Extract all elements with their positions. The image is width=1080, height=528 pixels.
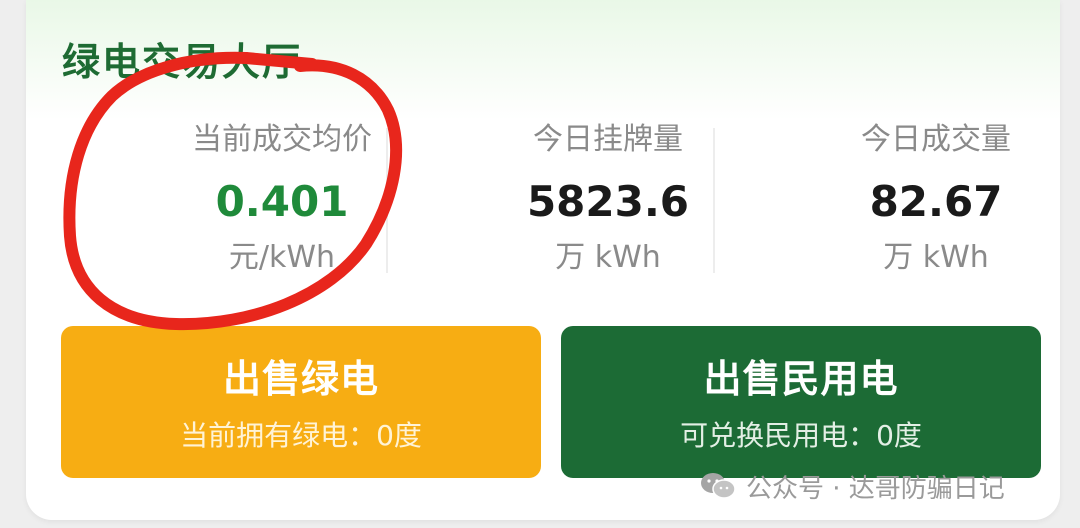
wechat-icon: [700, 472, 736, 500]
stat-divider: [386, 128, 388, 273]
button-label: 出售绿电: [222, 357, 379, 401]
stat-traded-volume: 今日成交量 82.67 万 kWh: [786, 118, 1080, 280]
green-power-trading-hall-card: 绿电交易大厅 当前成交均价 0.401 元/kWh 今日挂牌量 5823.6 万…: [26, 0, 1060, 520]
stat-unit: 万 kWh: [883, 240, 989, 275]
button-sublabel: 当前拥有绿电：0度: [180, 419, 422, 452]
stat-value: 82.67: [869, 177, 1003, 226]
button-label: 出售民用电: [703, 357, 899, 401]
watermark-text: 公众号 · 达哥防骗日记: [746, 473, 1005, 504]
stat-label: 今日成交量: [861, 122, 1011, 157]
watermark: 公众号 · 达哥防骗日记: [700, 466, 1005, 506]
sell-civil-power-button[interactable]: 出售民用电 可兑换民用电：0度: [561, 326, 1041, 478]
sell-green-power-button[interactable]: 出售绿电 当前拥有绿电：0度: [61, 326, 541, 478]
button-sublabel: 可兑换民用电：0度: [680, 419, 922, 452]
panel-title: 绿电交易大厅: [62, 40, 303, 84]
stat-divider: [713, 128, 715, 273]
